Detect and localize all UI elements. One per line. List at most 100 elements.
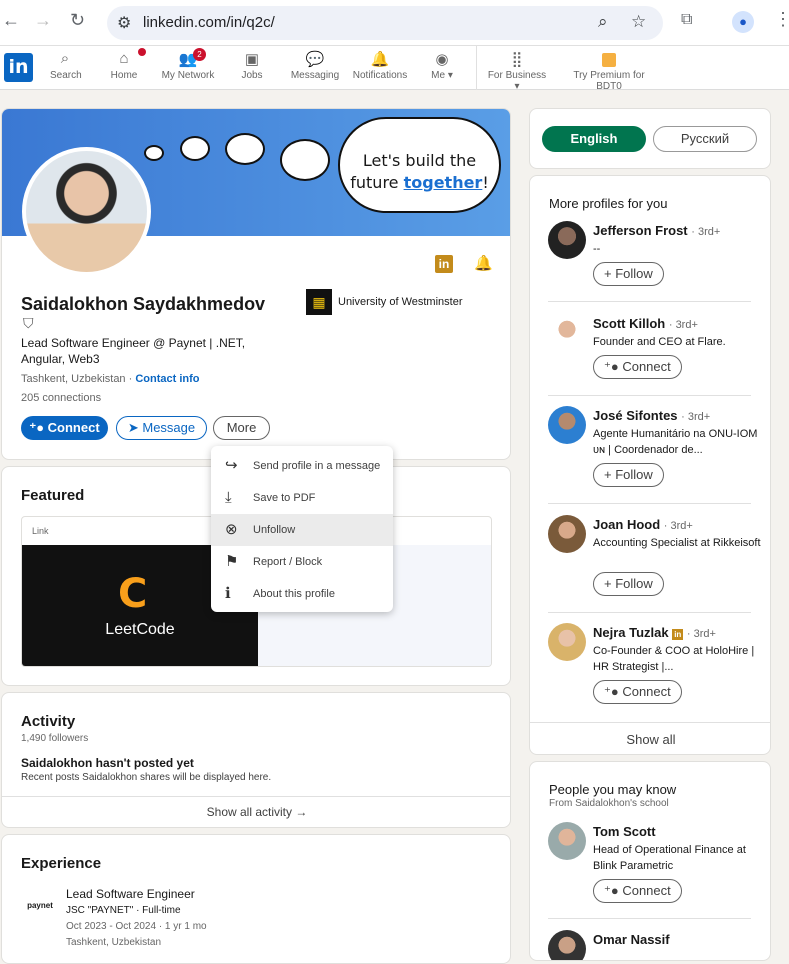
url-text[interactable]: linkedin.com/in/q2c/	[143, 14, 275, 31]
avatar[interactable]	[548, 314, 586, 352]
banner-cloud	[144, 145, 164, 161]
follow-button[interactable]: + Follow	[593, 572, 664, 596]
address-bar[interactable]: ⚙ linkedin.com/in/q2c/ ⌕ ☆	[107, 6, 663, 40]
experience-title: Experience	[21, 855, 102, 872]
nav-messaging[interactable]: 💬 Messaging	[290, 50, 340, 81]
home-icon: ⌂	[108, 48, 146, 70]
search-icon: ⌕	[60, 50, 70, 67]
info-icon: ℹ	[225, 585, 231, 602]
follow-button[interactable]: + Follow	[593, 463, 664, 487]
banner-cloud	[180, 136, 210, 161]
leetcode-logo-icon: C	[118, 571, 148, 617]
pymk-card: People you may know From Saidalokhon's s…	[529, 761, 771, 961]
nav-home[interactable]: ⌂ Home	[108, 48, 146, 81]
network-icon: 👥 2	[160, 48, 216, 70]
show-all-activity-link[interactable]: Show all activity →	[2, 805, 510, 819]
network-badge: 2	[193, 48, 206, 61]
paynet-logo[interactable]: paynet	[21, 887, 59, 925]
browser-toolbar: ← → ↻ ⚙ linkedin.com/in/q2c/ ⌕ ☆ ⧉ ● ⋮	[0, 0, 789, 46]
extensions-icon[interactable]: ⧉	[681, 11, 692, 29]
featured-title: Featured	[21, 487, 85, 504]
banner-cloud	[280, 139, 330, 181]
menu-about-profile[interactable]: ℹ About this profile	[211, 578, 393, 610]
divider	[548, 503, 751, 504]
menu-unfollow[interactable]: ⊗ Unfollow	[211, 514, 393, 546]
more-profiles-card: More profiles for you Jefferson Frost · …	[529, 175, 771, 755]
contact-info-link[interactable]: Contact info	[135, 373, 199, 385]
profile-photo[interactable]	[22, 147, 151, 276]
message-button[interactable]: ➤ Message	[116, 416, 207, 440]
back-icon[interactable]: ←	[2, 10, 20, 31]
bookmark-star-icon[interactable]: ☆	[631, 12, 646, 32]
reload-icon[interactable]: ↻	[70, 10, 85, 31]
avatar[interactable]	[548, 406, 586, 444]
university-logo[interactable]: ▦	[306, 289, 332, 315]
profile-name: Saidalokhon Saydakhmedov	[21, 294, 266, 314]
connect-button[interactable]: ⁺● Connect	[21, 416, 108, 440]
connect-button[interactable]: ⁺● Connect	[593, 355, 682, 379]
premium-icon	[560, 50, 658, 70]
divider	[530, 722, 770, 723]
linkedin-premium-icon[interactable]: in	[435, 255, 453, 273]
connect-button[interactable]: ⁺● Connect	[593, 879, 682, 903]
nav-divider	[476, 46, 477, 90]
experience-location: Tashkent, Uzbekistan	[66, 937, 162, 948]
divider	[548, 612, 751, 613]
verified-shield-icon[interactable]: ⛉	[23, 315, 34, 332]
nav-try-premium[interactable]: Try Premium for BDT0	[560, 50, 658, 92]
activity-empty-title: Saidalokhon hasn't posted yet	[21, 756, 194, 770]
connect-button[interactable]: ⁺● Connect	[593, 680, 682, 704]
school-name[interactable]: University of Westminster	[338, 296, 463, 308]
linkedin-logo[interactable]: in	[4, 53, 33, 82]
featured-link-label: Link	[32, 526, 49, 536]
forward-icon[interactable]: →	[34, 10, 52, 31]
site-info-icon[interactable]: ⚙	[117, 13, 131, 33]
menu-save-pdf[interactable]: ⤓ Save to PDF	[211, 482, 393, 514]
english-button[interactable]: English	[542, 126, 646, 152]
nav-my-network[interactable]: 👥 2 My Network	[160, 48, 216, 81]
avatar[interactable]	[548, 822, 586, 860]
nav-for-business[interactable]: ⣿ For Business ▾	[484, 50, 550, 92]
me-avatar-icon: ◉	[435, 51, 449, 68]
nav-search[interactable]: ⌕ Search	[50, 50, 82, 81]
divider	[548, 918, 751, 919]
more-profiles-title: More profiles for you	[549, 196, 668, 211]
divider	[2, 796, 510, 797]
russian-button[interactable]: Русский	[653, 126, 757, 152]
nav-notifications[interactable]: 🔔 Notifications	[350, 50, 410, 81]
profile-card: Let's build the future together! in 🔔 Sa…	[1, 108, 511, 460]
bell-icon[interactable]: 🔔	[474, 254, 493, 272]
premium-badge-icon: in	[672, 629, 684, 640]
banner-cloud	[225, 133, 265, 165]
profile-icon[interactable]: ●	[732, 11, 754, 33]
experience-company: JSC "PAYNET" · Full-time	[66, 905, 181, 916]
menu-report-block[interactable]: ⚑ Report / Block	[211, 546, 393, 578]
browser-menu-icon[interactable]: ⋮	[774, 9, 789, 30]
share-icon: ↪	[225, 457, 238, 474]
messaging-icon: 💬	[305, 51, 325, 68]
more-button[interactable]: More	[213, 416, 270, 440]
divider	[548, 395, 751, 396]
pymk-title: People you may know	[549, 782, 677, 797]
pymk-subtitle: From Saidalokhon's school	[549, 798, 669, 809]
followers-count: 1,490 followers	[21, 733, 89, 744]
nav-jobs[interactable]: ▣ Jobs	[238, 50, 266, 81]
grid-icon: ⣿	[511, 51, 523, 68]
avatar[interactable]	[548, 221, 586, 259]
show-all-profiles-link[interactable]: Show all	[530, 732, 770, 747]
avatar[interactable]	[548, 623, 586, 661]
language-card: English Русский	[529, 108, 771, 169]
close-circle-icon: ⊗	[225, 521, 238, 538]
briefcase-icon: ▣	[244, 51, 260, 68]
activity-empty-desc: Recent posts Saidalokhon shares will be …	[21, 772, 272, 783]
menu-send-profile[interactable]: ↪ Send profile in a message	[211, 450, 393, 482]
more-dropdown-menu: ↪ Send profile in a message ⤓ Save to PDF …	[211, 446, 393, 612]
banner-speech-cloud: Let's build the future together!	[338, 117, 501, 213]
nav-me[interactable]: ◉ Me ▾	[428, 50, 456, 81]
avatar[interactable]	[548, 515, 586, 553]
follow-button[interactable]: + Follow	[593, 262, 664, 286]
connections-count[interactable]: 205 connections	[21, 392, 101, 404]
zoom-icon[interactable]: ⌕	[598, 12, 608, 32]
avatar[interactable]	[548, 930, 586, 960]
experience-role[interactable]: Lead Software Engineer	[66, 887, 195, 901]
